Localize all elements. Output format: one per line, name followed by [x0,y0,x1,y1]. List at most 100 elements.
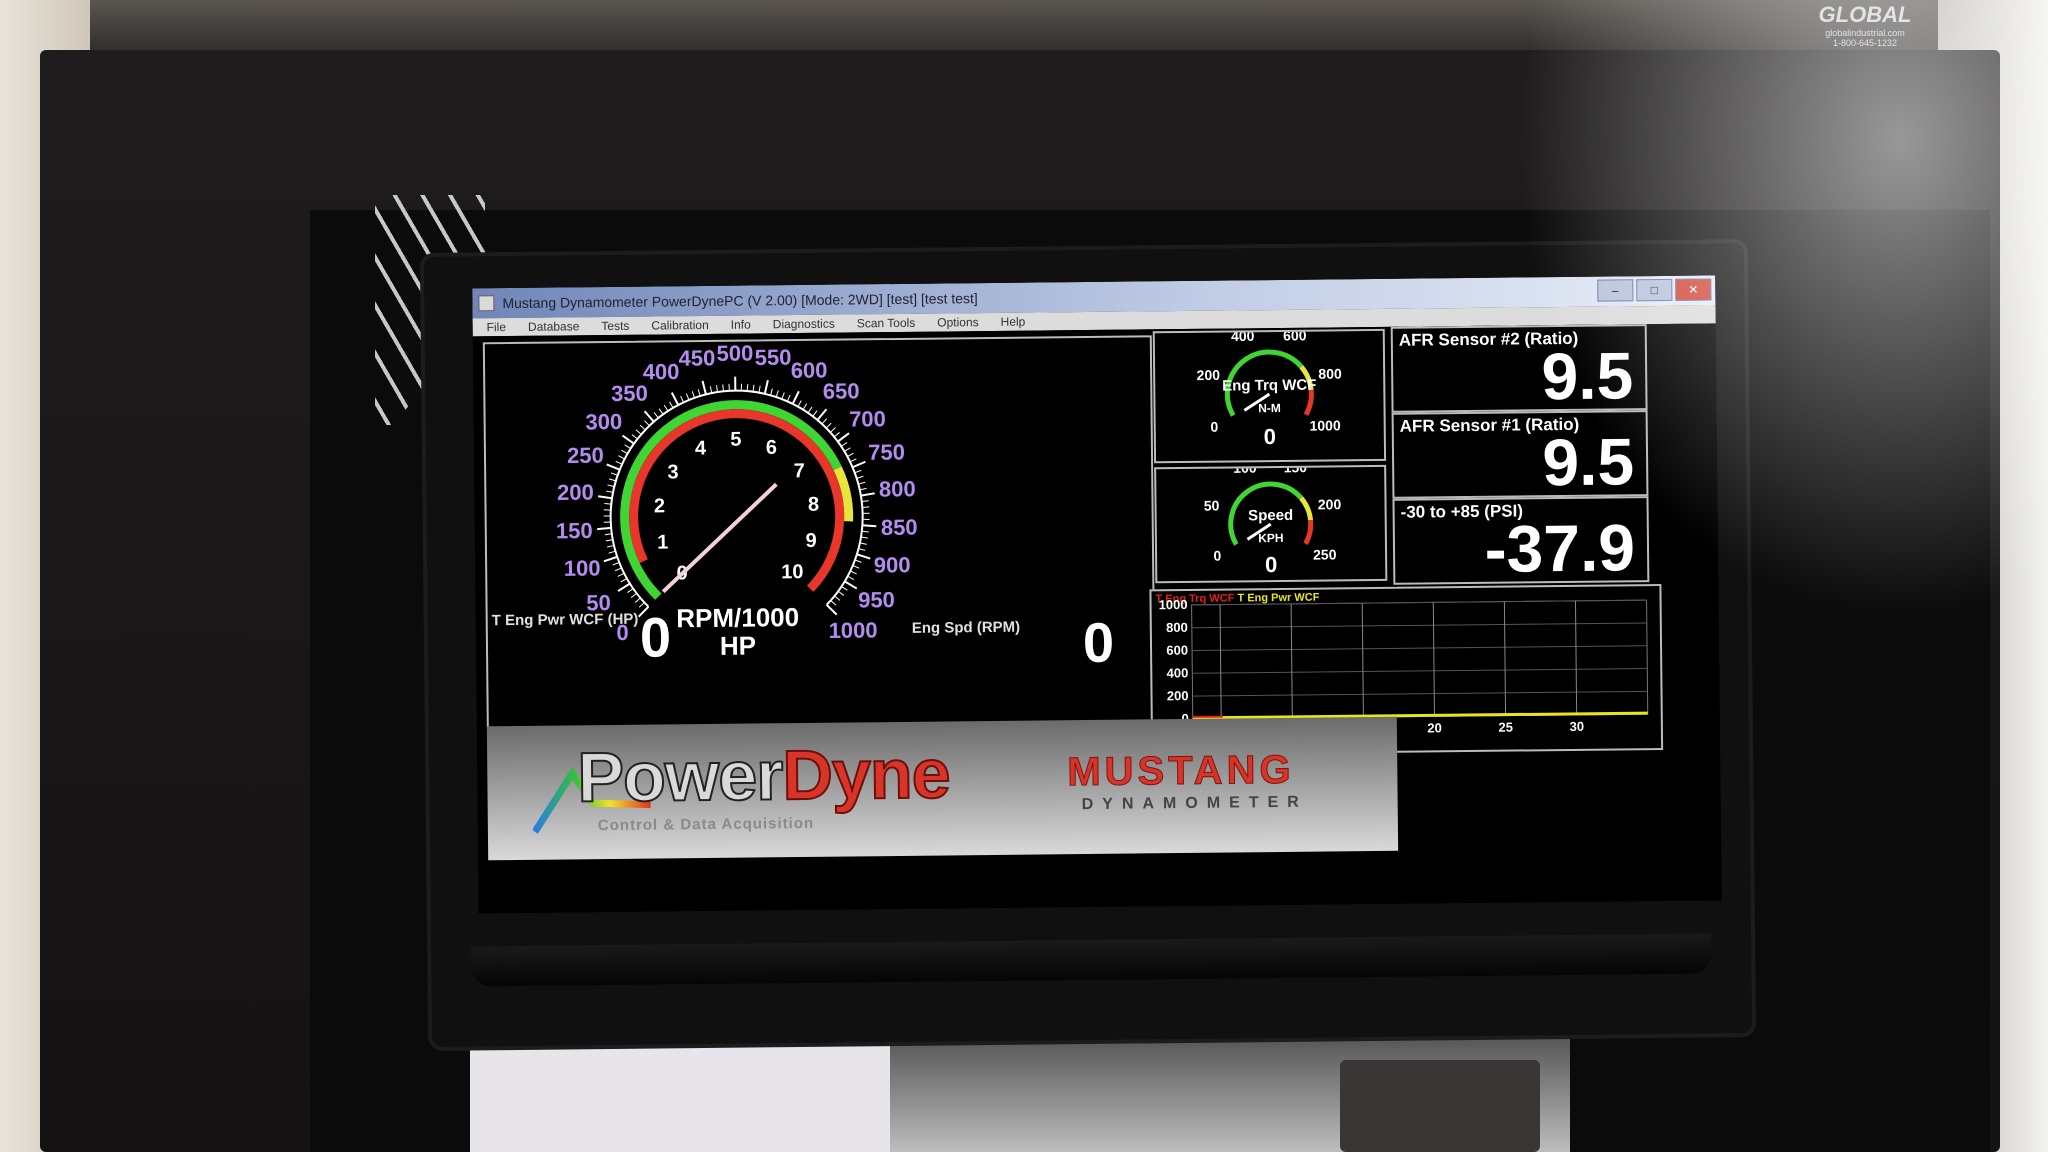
close-button[interactable]: ✕ [1675,278,1712,301]
outer-tick [850,570,857,575]
outer-tick [620,578,628,583]
inner-scale-label: 5 [730,429,741,451]
logo-power-text: Power [576,735,784,817]
outer-tick [862,524,877,528]
menu-help[interactable]: Help [1001,315,1026,329]
outer-tick [856,475,864,479]
inner-scale-label: 2 [654,495,665,517]
outer-scale-label: 100 [564,555,601,580]
outer-tick [852,565,860,569]
outer-scale-label: 650 [823,378,860,403]
outer-tick [722,384,724,392]
outer-scale-label: 300 [585,409,622,434]
outer-tick [775,390,779,398]
center-label-rpm: RPM/1000 [676,602,799,633]
outer-tick [639,424,646,431]
outer-scale-label: 550 [755,345,792,370]
gauge-title: Speed [1248,507,1293,524]
outer-tick [797,400,802,407]
boost-psi-value: -37.9 [1484,510,1636,586]
outer-tick [825,604,838,616]
inner-scale-label: 4 [695,437,707,459]
gauge-tick-label: 600 [1283,331,1307,344]
photo-scene: GLOBAL globalindustrial.com 1-800-645-12… [0,0,2048,1152]
x-tick-label: 25 [1498,720,1513,735]
outer-tick [781,392,785,400]
outer-tick [763,379,769,395]
sticker-line-2: 1-800-645-1232 [1832,38,1898,48]
menu-calibration[interactable]: Calibration [651,318,709,333]
gauge-unit: N-M [1258,401,1281,415]
plot-area [1191,599,1649,720]
gauge-tick-label: 250 [1313,546,1337,562]
outer-tick [615,460,623,465]
inner-scale-label: 3 [667,461,678,483]
inner-scale-label: 8 [808,494,819,516]
outer-tick [644,420,650,427]
outer-tick [830,600,837,606]
menu-tests[interactable]: Tests [601,319,629,333]
outer-tick [680,395,685,403]
maximize-button[interactable]: □ [1636,278,1673,302]
y-tick-label: 600 [1166,643,1188,658]
outer-tick [621,449,628,455]
outer-tick [608,478,616,482]
outer-scale-label: 150 [556,518,593,543]
outer-scale-label: 450 [678,345,715,370]
outer-tick [854,559,862,563]
outer-tick [847,452,854,457]
outer-tick [670,392,680,406]
outer-tick [770,388,773,396]
outer-scale-label: 500 [716,340,753,365]
outer-tick [861,500,869,503]
menu-scan-tools[interactable]: Scan Tools [857,316,916,331]
red-arc [1303,519,1314,545]
outer-tick [816,408,828,421]
outer-tick [603,509,611,511]
outer-tick [786,394,791,402]
inner-scale-label: 10 [781,561,803,583]
monitor-screen: Mustang Dynamometer PowerDynePC (V 2.00)… [472,275,1722,914]
minimize-button[interactable]: – [1597,279,1634,302]
outer-tick [610,472,618,476]
menu-database[interactable]: Database [528,319,580,334]
outer-tick [854,469,862,474]
outer-scale-label: 800 [879,476,916,501]
outer-tick [603,555,618,563]
outer-tick [858,548,866,551]
dynamometer-logo-text: DYNAMOMETER [1081,793,1308,814]
window-title: Mustang Dynamometer PowerDynePC (V 2.00)… [502,290,978,312]
outer-tick [607,544,615,548]
outer-scale-label: 1000 [828,617,877,643]
outer-scale-label: 950 [858,587,895,612]
outer-tick [618,455,625,460]
outer-tick [858,481,866,485]
outer-tick [837,432,850,443]
sticker-line-1: globalindustrial.com [1825,28,1905,38]
outer-tick [608,550,616,554]
outer-tick [635,429,642,435]
menu-info[interactable]: Info [731,318,751,332]
menu-options[interactable]: Options [937,315,979,329]
yellow-arc [1299,496,1314,521]
outer-scale-label: 250 [567,443,604,468]
outer-tick [860,536,868,539]
outer-tick [758,385,761,393]
inner-scale-label: 1 [657,531,668,553]
gauge-tick-label: 0 [1210,419,1218,435]
gauge-value: 0 [1264,424,1277,449]
monitor: Mustang Dynamometer PowerDynePC (V 2.00)… [423,243,1753,1047]
outer-tick [691,391,696,399]
outer-tick [634,597,641,603]
gauge-unit: KPH [1258,531,1283,545]
menu-diagnostics[interactable]: Diagnostics [773,317,835,332]
x-tick-label: 20 [1427,720,1442,735]
menu-file[interactable]: File [487,320,506,334]
outer-tick [825,422,832,429]
y-tick-label: 200 [1167,688,1189,703]
outer-tick [685,393,690,401]
outer-tick [627,588,634,593]
inner-scale-label: 6 [766,437,777,459]
outer-tick [834,595,841,601]
outer-tick [709,386,713,394]
